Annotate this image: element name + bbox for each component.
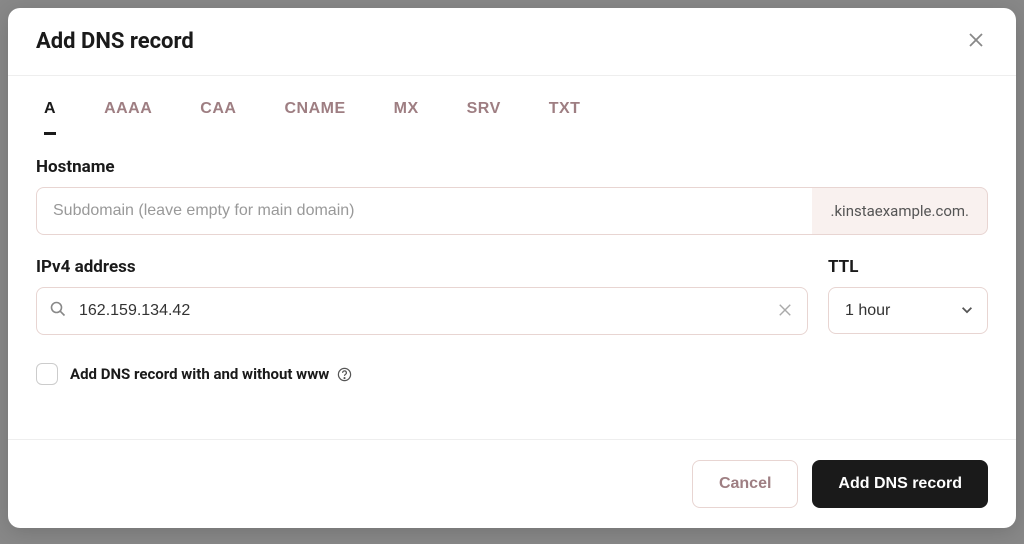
www-checkbox-label-text: Add DNS record with and without www xyxy=(70,365,329,383)
help-icon[interactable] xyxy=(337,367,352,382)
ipv4-section: IPv4 address xyxy=(36,257,808,335)
hostname-label: Hostname xyxy=(36,157,988,177)
record-type-tabs: A AAAA CAA CNAME MX SRV TXT xyxy=(44,76,988,135)
submit-button[interactable]: Add DNS record xyxy=(812,460,988,508)
ttl-select-wrapper: 1 hour xyxy=(828,287,988,334)
modal-footer: Cancel Add DNS record xyxy=(8,439,1016,528)
ipv4-label: IPv4 address xyxy=(36,257,808,277)
www-checkbox-label[interactable]: Add DNS record with and without www xyxy=(70,365,352,383)
ipv4-ttl-row: IPv4 address xyxy=(36,257,988,335)
tab-aaaa[interactable]: AAAA xyxy=(104,100,152,135)
www-checkbox[interactable] xyxy=(36,363,58,385)
domain-suffix: .kinstaexample.com. xyxy=(812,187,988,235)
add-dns-record-modal: Add DNS record A AAAA CAA CNAME MX SRV T… xyxy=(8,8,1016,528)
modal-header: Add DNS record xyxy=(8,8,1016,76)
clear-ipv4-button[interactable] xyxy=(774,299,796,324)
ttl-select[interactable]: 1 hour xyxy=(828,287,988,334)
close-icon xyxy=(968,32,984,51)
tab-srv[interactable]: SRV xyxy=(467,100,501,135)
modal-body: A AAAA CAA CNAME MX SRV TXT Hostname .ki… xyxy=(8,76,1016,439)
ttl-section: TTL 1 hour xyxy=(828,257,988,335)
tab-txt[interactable]: TXT xyxy=(549,100,581,135)
tab-mx[interactable]: MX xyxy=(394,100,419,135)
tab-caa[interactable]: CAA xyxy=(200,100,236,135)
hostname-input-group: .kinstaexample.com. xyxy=(36,187,988,235)
modal-title: Add DNS record xyxy=(36,29,194,54)
close-button[interactable] xyxy=(964,28,988,55)
hostname-input[interactable] xyxy=(36,187,812,235)
tab-cname[interactable]: CNAME xyxy=(284,100,345,135)
clear-icon xyxy=(778,305,792,320)
hostname-section: Hostname .kinstaexample.com. xyxy=(36,157,988,235)
ipv4-input[interactable] xyxy=(36,287,808,335)
tab-a[interactable]: A xyxy=(44,100,56,135)
www-checkbox-row: Add DNS record with and without www xyxy=(36,363,988,385)
ttl-label: TTL xyxy=(828,257,988,277)
cancel-button[interactable]: Cancel xyxy=(692,460,798,508)
ipv4-input-wrapper xyxy=(36,287,808,335)
